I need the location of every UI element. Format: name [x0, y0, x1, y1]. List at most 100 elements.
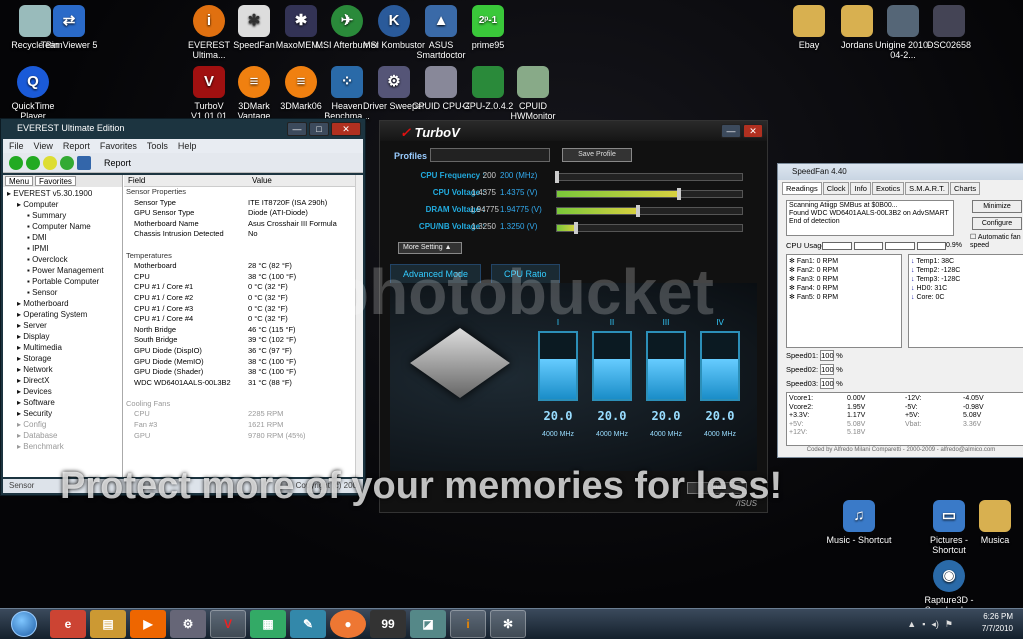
tree-item[interactable]: ▪ Computer Name [3, 221, 122, 232]
column-value[interactable]: Value [248, 175, 272, 186]
tree-item[interactable]: ▸ Display [3, 331, 122, 342]
teamviewer-shortcut[interactable]: ⇄ TeamViewer 5 [36, 5, 102, 50]
tree-item[interactable]: ▸ Benchmark [3, 441, 122, 452]
quicktime-shortcut[interactable]: Q QuickTime Player [0, 66, 66, 121]
minimize-button[interactable]: — [287, 122, 307, 136]
profiles-dropdown[interactable] [430, 148, 550, 162]
table-row[interactable]: North Bridge 46 °C (115 °F) [124, 325, 355, 336]
tree-item[interactable]: ▸ Computer [3, 199, 122, 210]
tab-info[interactable]: Info [850, 182, 871, 195]
voltage-target[interactable]: 1.94775 (V) [500, 205, 542, 214]
tree-item[interactable]: ▸ Config [3, 419, 122, 430]
menu-file[interactable]: File [9, 141, 24, 151]
tree-item[interactable]: ▸ DirectX [3, 375, 122, 386]
voltage-slider[interactable] [555, 171, 743, 183]
chevron-up-icon[interactable]: ▲ [907, 619, 916, 630]
table-row[interactable]: Chassis Intrusion Detected No [124, 229, 355, 240]
taskbar-speedfan-icon[interactable]: ✻ [490, 610, 526, 638]
rapture3d-shortcut[interactable]: ◉Rapture3D - Speaker L... [916, 560, 982, 615]
table-row[interactable]: Sensor Type ITE IT8720F (ISA 290h) [124, 198, 355, 209]
menu-tools[interactable]: Tools [147, 141, 168, 151]
voltage-slider[interactable] [556, 188, 743, 200]
automatic-fan-speed-checkbox[interactable]: ☐ Automatic fan speed [970, 234, 1023, 250]
taskbar-app-icon[interactable]: ◪ [410, 610, 446, 638]
tree-item[interactable]: ▪ Summary [3, 210, 122, 221]
start-button[interactable] [0, 609, 48, 639]
minimize-app-button[interactable]: Minimize [972, 200, 1022, 213]
menu-report[interactable]: Report [63, 141, 90, 151]
voltage-slider[interactable] [556, 222, 743, 234]
tree-item[interactable]: ▸ EVEREST v5.30.1900 [3, 188, 122, 199]
minimize-button[interactable]: — [721, 124, 741, 138]
speed02-control[interactable]: Speed02: 100% [786, 364, 843, 375]
report-button[interactable]: Report [104, 158, 131, 168]
speed01-control[interactable]: Speed01: 100% [786, 350, 843, 361]
up-icon[interactable] [43, 155, 57, 170]
voltage-slider[interactable] [556, 205, 743, 217]
table-row[interactable]: CPU 2285 RPM [124, 409, 355, 420]
table-row[interactable]: CPU 38 °C (100 °F) [124, 272, 355, 283]
tab-cpu-ratio[interactable]: CPU Ratio [491, 264, 560, 284]
tree-item[interactable]: ▸ Database [3, 430, 122, 441]
tree-item[interactable]: ▸ Motherboard [3, 298, 122, 309]
tab-smart[interactable]: S.M.A.R.T. [905, 182, 950, 195]
tree-item[interactable]: ▸ Devices [3, 386, 122, 397]
maximize-button[interactable]: □ [309, 122, 329, 136]
save-profile-button[interactable]: Save Profile [562, 148, 632, 162]
tab-exotics[interactable]: Exotics [871, 182, 905, 195]
column-field[interactable]: Field [124, 175, 248, 186]
table-row[interactable]: CPU #1 / Core #1 0 °C (32 °F) [124, 282, 355, 293]
taskbar-tool-icon[interactable]: ✎ [290, 610, 326, 638]
prime95-shortcut[interactable]: 2ᵖ-1 prime95 [455, 5, 521, 50]
tab-charts[interactable]: Charts [950, 182, 981, 195]
music-shortcut[interactable]: ♫ Music - Shortcut [826, 500, 892, 545]
tree-item[interactable]: ▸ Software [3, 397, 122, 408]
close-button[interactable]: ✕ [743, 124, 763, 138]
undo-button[interactable]: Undo [687, 482, 747, 494]
tree-item[interactable]: ▪ Overclock [3, 254, 122, 265]
taskbar-firefox-icon[interactable]: ● [330, 610, 366, 638]
tree-item[interactable]: ▸ Security [3, 408, 122, 419]
slider-knob[interactable] [573, 222, 578, 234]
tree-item[interactable]: ▸ Operating System [3, 309, 122, 320]
table-row[interactable]: GPU 9780 RPM (45%) [124, 431, 355, 442]
tab-advanced-mode[interactable]: Advanced Mode [390, 264, 482, 284]
dsc-image-file[interactable]: DSC02658 [916, 5, 982, 50]
taskbar-sweeper-icon[interactable]: ⚙ [170, 610, 206, 638]
tree-item[interactable]: ▪ Sensor [3, 287, 122, 298]
tree-item[interactable]: ▸ Server [3, 320, 122, 331]
tab-favorites[interactable]: Favorites [35, 176, 76, 186]
taskbar-everest-icon[interactable]: i [450, 610, 486, 638]
table-row[interactable]: GPU Diode (MemIO) 38 °C (100 °F) [124, 357, 355, 368]
table-row[interactable]: GPU Sensor Type Diode (ATI-Diode) [124, 208, 355, 219]
voltage-target[interactable]: 1.4375 (V) [500, 188, 537, 197]
taskbar-prime95-icon[interactable]: 99 [370, 610, 406, 638]
taskbar-turbov-icon[interactable]: V [210, 610, 246, 638]
tree-item[interactable]: ▸ Multimedia [3, 342, 122, 353]
scrollbar[interactable] [355, 175, 363, 477]
table-row[interactable]: GPU Diode (Shader) 38 °C (100 °F) [124, 367, 355, 378]
ratio-tube[interactable] [700, 331, 740, 401]
voltage-target[interactable]: 200 (MHz) [500, 171, 537, 180]
tree-item[interactable]: ▸ Network [3, 364, 122, 375]
forward-icon[interactable] [26, 155, 40, 170]
tree-item[interactable]: ▪ Power Management [3, 265, 122, 276]
table-row[interactable]: CPU #1 / Core #4 0 °C (32 °F) [124, 314, 355, 325]
table-row[interactable]: South Bridge 39 °C (102 °F) [124, 335, 355, 346]
back-icon[interactable] [9, 155, 23, 170]
slider-knob[interactable] [555, 171, 559, 183]
slider-knob[interactable] [636, 205, 641, 217]
tree-item[interactable]: ▪ IPMI [3, 243, 122, 254]
table-row[interactable]: Motherboard Name Asus Crosshair III Formu… [124, 219, 355, 230]
musica-folder[interactable]: Musica [962, 500, 1023, 545]
network-icon[interactable]: ▪ [922, 619, 925, 630]
clock[interactable]: 6:26 PM 7/7/2010 [982, 611, 1013, 635]
users-icon[interactable] [77, 155, 91, 170]
tree-item[interactable]: ▸ Storage [3, 353, 122, 364]
tree-item[interactable]: ▪ DMI [3, 232, 122, 243]
voltage-target[interactable]: 1.3250 (V) [500, 222, 537, 231]
table-row[interactable]: WDC WD6401AALS-00L3B2 31 °C (88 °F) [124, 378, 355, 389]
volume-icon[interactable]: ◂) [931, 619, 939, 630]
menu-favorites[interactable]: Favorites [100, 141, 137, 151]
configure-button[interactable]: Configure [972, 217, 1022, 230]
